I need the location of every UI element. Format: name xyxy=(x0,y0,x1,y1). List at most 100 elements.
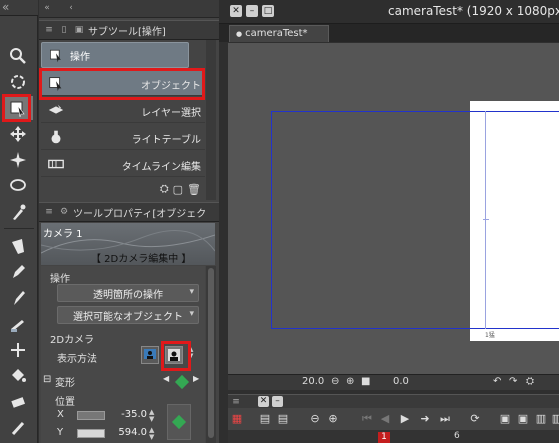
keyframe-diamond-icon xyxy=(171,414,187,430)
camera-center-mark xyxy=(483,219,489,220)
rotate-tool[interactable] xyxy=(3,70,33,94)
pen-nib-icon xyxy=(12,239,24,254)
auto-select-tool[interactable] xyxy=(3,148,33,172)
camera-frame[interactable] xyxy=(271,111,559,329)
light-table-icon[interactable]: ▣ xyxy=(516,412,530,426)
display-method-spinner[interactable]: ▲ ▼ xyxy=(188,346,196,360)
property-scrollbar[interactable] xyxy=(206,266,216,443)
subtool-group-tab[interactable]: 操作 xyxy=(41,42,189,68)
lasso-tool[interactable] xyxy=(3,174,33,198)
display-method-option-1[interactable] xyxy=(141,346,159,364)
zoom-out-icon[interactable]: ⊖ xyxy=(331,376,339,387)
window-title: cameraTest* (1920 x 1080px xyxy=(388,4,559,18)
menu-icon[interactable]: ≡ xyxy=(43,24,55,36)
next-keyframe-icon[interactable]: ▶ xyxy=(193,374,199,383)
eraser-tool[interactable] xyxy=(3,390,33,414)
timeline-toolbar: ▦ ▤ ▤ ⊖ ⊕ ⏮ ◀ ▶ ➜ ⏭ ⟳ ▣ ▣ ▥ ▥ xyxy=(228,408,559,430)
pin-icon: ▯ xyxy=(61,25,67,35)
pen-tool[interactable] xyxy=(3,234,33,258)
collapse-transform-icon[interactable]: ⊟ xyxy=(43,374,51,385)
airbrush-tool[interactable] xyxy=(3,312,33,336)
transparent-operation-dropdown[interactable]: 透明箇所の操作 ▾ xyxy=(57,284,199,302)
new-timeline-icon[interactable]: ▦ xyxy=(230,412,244,426)
y-spinner[interactable]: ▲ ▼ xyxy=(149,427,157,441)
x-value[interactable]: -35.0 xyxy=(107,409,147,420)
timeline-ruler[interactable]: 1 6 xyxy=(228,430,559,443)
pencil-tool[interactable] xyxy=(3,260,33,284)
y-slider[interactable] xyxy=(77,429,105,438)
canvas-area[interactable]: 1猛 xyxy=(228,43,559,374)
decoration-tool[interactable] xyxy=(3,338,33,362)
chevron-left-icon[interactable]: ‹ xyxy=(65,2,77,14)
timeline-settings-icon[interactable]: ▥ xyxy=(534,412,548,426)
blend-tool[interactable] xyxy=(3,416,33,440)
tab-cameratest[interactable]: ● cameraTest* xyxy=(229,25,329,42)
reset-rotation-icon[interactable]: ⛭ xyxy=(526,376,534,387)
zoom-in-icon[interactable]: ⊕ xyxy=(326,412,340,426)
operation-tool[interactable] xyxy=(3,96,33,120)
move-layer-tool[interactable] xyxy=(3,122,33,146)
subtool-list: 操作 オブジェクト レイヤー選択 ライトテーブル タイムライン編集 xyxy=(41,40,205,180)
zoom-tool[interactable] xyxy=(3,44,33,68)
position-keyframe-box[interactable] xyxy=(167,404,191,440)
zoom-out-icon[interactable]: ⊖ xyxy=(308,412,322,426)
tool-panel-header[interactable]: « xyxy=(0,0,38,16)
fill-tool[interactable] xyxy=(3,364,33,388)
last-frame-icon[interactable]: ⏭ xyxy=(438,412,452,426)
selectable-object-dropdown[interactable]: 選択可能なオブジェクト ▾ xyxy=(57,306,199,324)
trash-icon[interactable]: 🗑 xyxy=(187,183,201,196)
duplicate-icon[interactable]: ▢ xyxy=(173,183,183,196)
rotate-right-icon[interactable]: ↷ xyxy=(509,376,517,387)
brush-tool[interactable] xyxy=(3,286,33,310)
cel-spec-icon[interactable]: ▤ xyxy=(276,412,290,426)
eyedropper-tool[interactable] xyxy=(3,200,33,224)
animation-cel-icon[interactable]: ▤ xyxy=(258,412,272,426)
x-slider[interactable] xyxy=(77,411,105,420)
divider xyxy=(4,228,34,229)
magnifier-icon xyxy=(10,48,26,64)
prev-frame-icon[interactable]: ◀ xyxy=(378,412,392,426)
object-select-icon xyxy=(49,76,62,91)
x-spinner[interactable]: ▲ ▼ xyxy=(149,409,157,423)
display-method-option-2[interactable] xyxy=(165,346,183,364)
tool-palette xyxy=(0,16,38,443)
close-icon[interactable]: ✕ xyxy=(258,396,269,407)
scroll-thumb[interactable] xyxy=(208,268,214,438)
ruler-label: 6 xyxy=(454,431,460,441)
object-select-icon: ▣ xyxy=(74,25,84,35)
onion-skin-icon[interactable]: ▣ xyxy=(498,412,512,426)
subtool-item-light-table[interactable]: ライトテーブル xyxy=(41,124,205,150)
close-icon[interactable]: ✕ xyxy=(230,5,242,17)
tool-property-panel-title: ≡ ⚙ ツールプロパティ[オブジェク xyxy=(39,202,219,222)
zoom-in-icon[interactable]: ⊕ xyxy=(346,376,354,387)
current-frame-badge[interactable]: 1 xyxy=(378,432,390,443)
play-icon[interactable]: ▶ xyxy=(398,412,412,426)
rotation-value[interactable]: 0.0 xyxy=(393,376,409,387)
subtool-scrollbar[interactable] xyxy=(206,40,216,200)
double-chevron-left-icon[interactable]: « xyxy=(41,2,53,14)
object-select-icon xyxy=(50,49,61,63)
y-value[interactable]: 594.0 xyxy=(107,427,147,438)
fit-icon[interactable]: ■ xyxy=(361,376,370,387)
menu-icon[interactable]: ≡ xyxy=(43,206,55,218)
keyframe-diamond-icon[interactable] xyxy=(174,374,190,390)
loop-icon[interactable]: ⟳ xyxy=(468,412,482,426)
subtool-item-layer-select[interactable]: レイヤー選択 xyxy=(41,97,205,123)
section-2d-camera-label: 2Dカメラ xyxy=(50,335,95,346)
minimize-icon[interactable]: – xyxy=(272,396,283,407)
subtool-item-timeline-edit[interactable]: タイムライン編集 xyxy=(41,151,205,177)
x-label: X xyxy=(57,409,64,420)
zoom-value[interactable]: 20.0 xyxy=(302,376,324,387)
first-frame-icon[interactable]: ⏮ xyxy=(360,412,374,426)
menu-icon[interactable]: ≡ xyxy=(230,396,242,408)
subtool-item-object[interactable]: オブジェクト xyxy=(41,70,205,96)
collapse-icon[interactable]: « xyxy=(2,0,9,14)
next-frame-icon[interactable]: ➜ xyxy=(418,412,432,426)
object-select-icon xyxy=(10,101,25,118)
subtool-settings-icon[interactable]: ⛭ xyxy=(160,182,169,196)
prev-keyframe-icon[interactable]: ◀ xyxy=(163,374,169,383)
minimize-icon[interactable]: – xyxy=(246,5,258,17)
rotate-left-icon[interactable]: ↶ xyxy=(493,376,501,387)
timeline-more-icon[interactable]: ▥ xyxy=(550,412,559,426)
maximize-icon[interactable]: □ xyxy=(262,5,274,17)
